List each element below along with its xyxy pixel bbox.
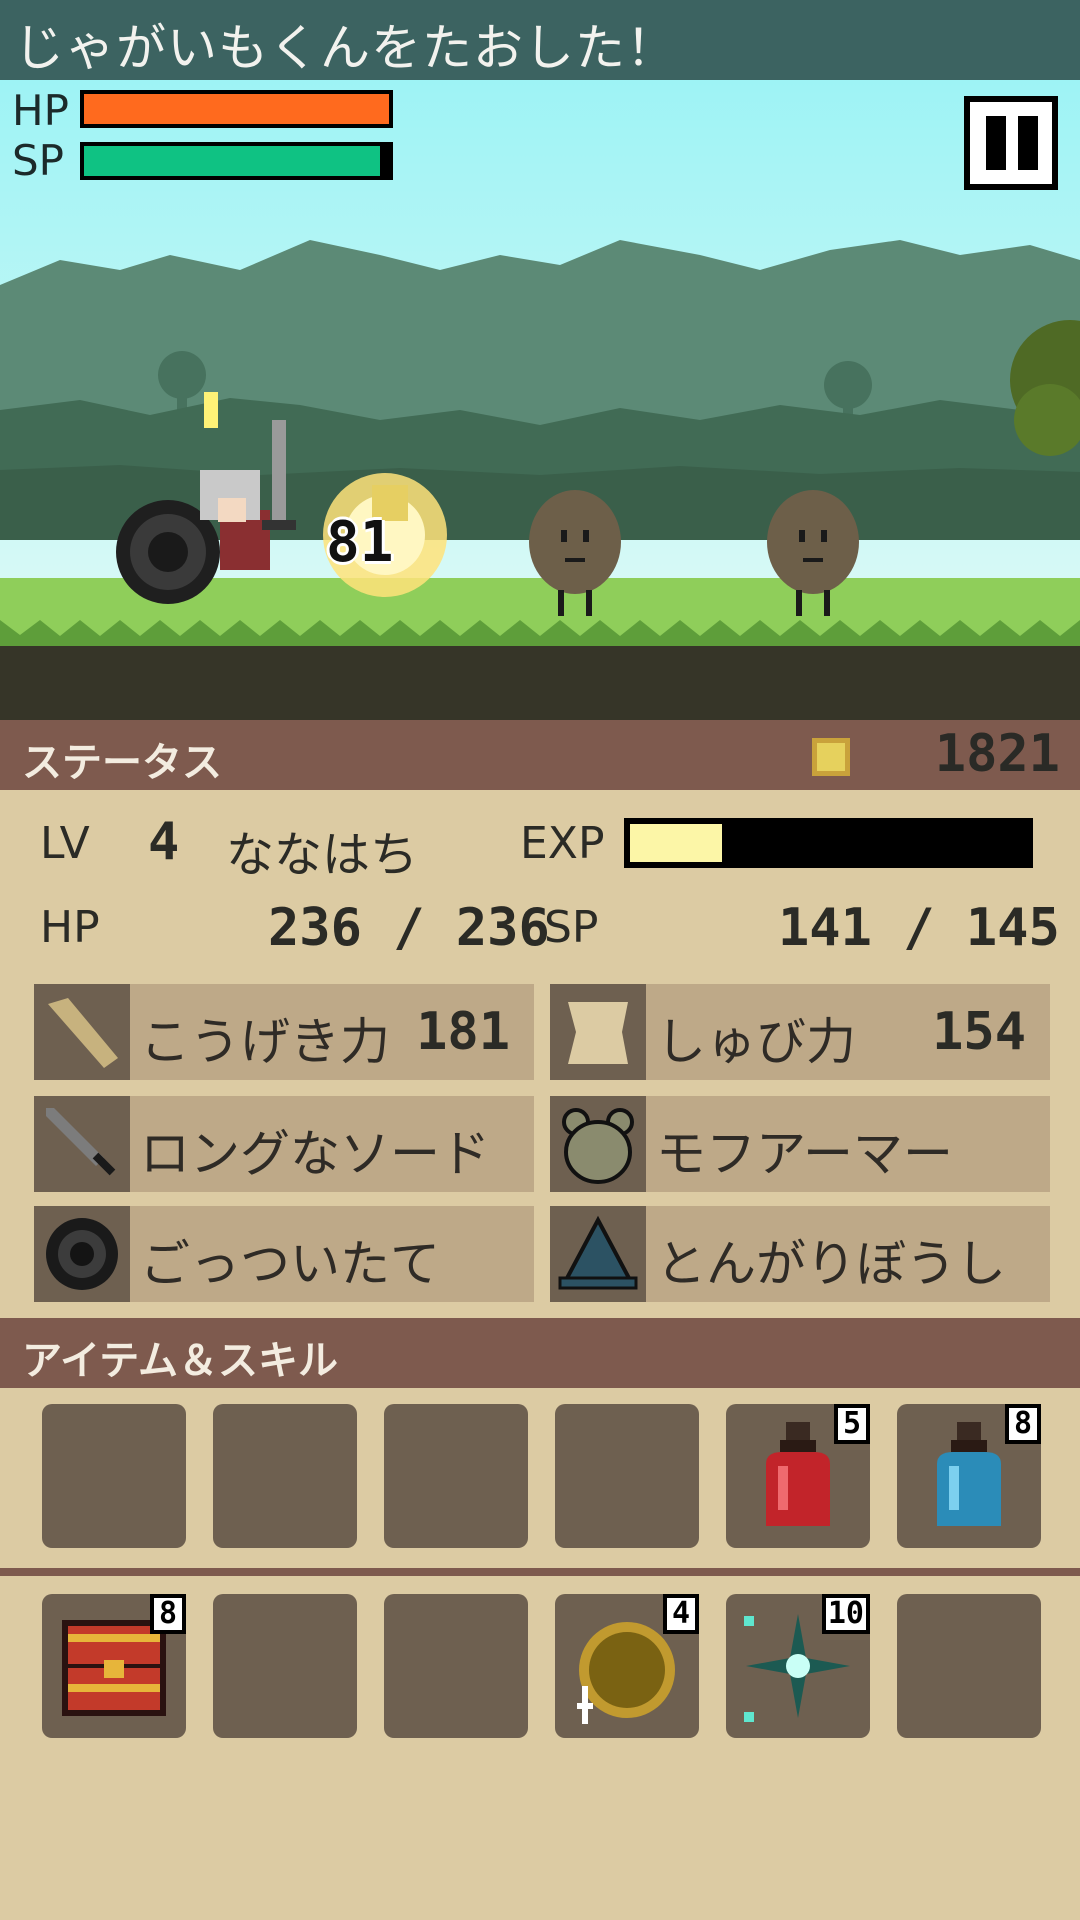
player-name: ななはち	[226, 827, 419, 883]
pointy-hat-icon	[550, 1206, 646, 1302]
items-header: アイテム＆スキル	[0, 1318, 1080, 1388]
status-title: ステータス	[22, 740, 222, 786]
message-bar: じゃがいもくんをたおした！	[0, 0, 1080, 80]
item-count-badge: 10	[821, 1594, 870, 1634]
attack-icon	[34, 984, 130, 1080]
enemy-potato-1	[528, 490, 623, 618]
defense-stat: しゅび力 154	[550, 984, 1050, 1080]
pause-button[interactable]	[964, 96, 1058, 190]
attack-value: 181	[416, 1002, 510, 1062]
sp-gauge-fill	[84, 146, 380, 176]
battle-scene: 81 HP SP	[0, 80, 1080, 720]
equip-helmet[interactable]: とんがりぼうし	[550, 1206, 1050, 1302]
item-slot-red-potion[interactable]: 5	[726, 1404, 870, 1548]
item-count-badge: 8	[1005, 1404, 1041, 1444]
hp-value: 236 / 236	[268, 898, 550, 958]
items-title: アイテム＆スキル	[22, 1338, 338, 1384]
shield-icon	[34, 1206, 130, 1302]
exp-label: EXP	[520, 818, 605, 869]
level-label: LV	[40, 818, 90, 869]
damage-number: 81	[326, 510, 394, 575]
hp-gauge-fill	[84, 94, 389, 124]
armor-name: モフアーマー	[656, 1125, 953, 1183]
equip-shield[interactable]: ごっついたて	[34, 1206, 534, 1302]
attack-label: こうげき力	[140, 1013, 390, 1071]
sp-label: SP	[544, 902, 599, 953]
pause-icon	[986, 116, 1006, 170]
item-slot-empty[interactable]	[42, 1404, 186, 1548]
item-slot-empty[interactable]	[213, 1404, 357, 1548]
equip-weapon[interactable]: ロングなソード	[34, 1096, 534, 1192]
hp-gauge	[80, 90, 393, 128]
defense-icon	[550, 984, 646, 1080]
item-slot-empty[interactable]	[384, 1404, 528, 1548]
item-slot-empty[interactable]	[384, 1594, 528, 1738]
exp-bar-fill	[630, 824, 723, 862]
defense-value: 154	[932, 1002, 1026, 1062]
sp-gauge-label: SP	[12, 136, 64, 185]
item-count-badge: 8	[150, 1594, 186, 1634]
item-count-badge: 5	[834, 1404, 870, 1444]
hero-sprite	[110, 410, 300, 590]
hp-gauge-label: HP	[12, 86, 69, 135]
equip-armor[interactable]: モフアーマー	[550, 1096, 1050, 1192]
level-value: 4	[148, 812, 180, 872]
item-slot-blue-potion[interactable]: 8	[897, 1404, 1041, 1548]
gold-coin-icon	[812, 738, 850, 776]
item-slot-empty[interactable]	[555, 1404, 699, 1548]
gold-count: 1821	[934, 724, 1060, 784]
item-slot-sparkle-skill[interactable]: 10	[726, 1594, 870, 1738]
weapon-name: ロングなソード	[140, 1125, 490, 1183]
status-header: ステータス 1821	[0, 720, 1080, 790]
item-slot-empty[interactable]	[213, 1594, 357, 1738]
item-slot-treasure-chest[interactable]: 8	[42, 1594, 186, 1738]
sp-gauge	[80, 142, 393, 180]
shield-name: ごっついたて	[140, 1235, 440, 1293]
defense-label: しゅび力	[656, 1013, 856, 1071]
item-slot-empty[interactable]	[897, 1594, 1041, 1738]
items-divider	[0, 1568, 1080, 1576]
attack-stat: こうげき力 181	[34, 984, 534, 1080]
item-slot-gold-ring[interactable]: 4	[555, 1594, 699, 1738]
hp-label: HP	[40, 902, 100, 953]
item-count-badge: 4	[663, 1594, 699, 1634]
exp-bar	[624, 818, 1033, 868]
battle-message: じゃがいもくんをたおした！	[14, 19, 677, 77]
sp-value: 141 / 145	[778, 898, 1060, 958]
pause-icon-bar	[1018, 116, 1038, 170]
sword-icon	[34, 1096, 130, 1192]
enemy-potato-2	[766, 490, 861, 618]
armor-icon	[550, 1096, 646, 1192]
helmet-name: とんがりぼうし	[656, 1235, 1006, 1293]
